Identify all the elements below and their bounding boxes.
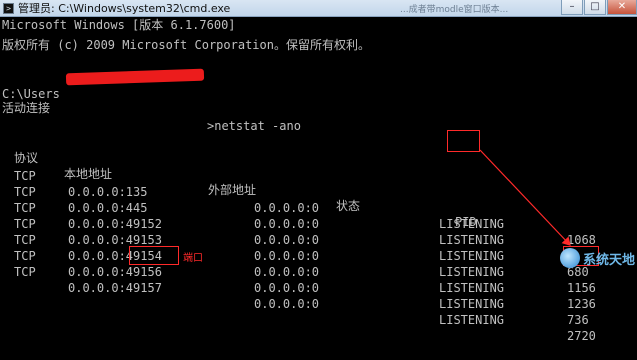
port-highlight [129, 246, 179, 265]
table-row: TCP 0.0.0.0:49154 0.0.0.0:0 LISTENING 12… [2, 216, 632, 311]
row-pid: 1156 [567, 281, 596, 295]
table-row: TCP 0.0.0.0:49152 0.0.0.0:0 LISTENING 68… [2, 184, 632, 279]
row-local: 0.0.0.0:49157 [68, 281, 162, 295]
cmd-icon: > [3, 2, 14, 14]
copyright-line: 版权所有 (c) 2009 Microsoft Corporation。保留所有… [2, 38, 370, 52]
window-controls: – □ ✕ [560, 0, 637, 16]
minimize-button[interactable]: – [561, 0, 583, 15]
pid-header-highlight [447, 130, 480, 152]
table-row: TCP 0.0.0.0:49153 0.0.0.0:0 LISTENING 11… [2, 200, 632, 295]
prompt-line: C:\Users >netstat -ano [2, 68, 632, 133]
console-output[interactable]: Microsoft Windows [版本 6.1.7600] 版权所有 (c)… [0, 17, 637, 343]
row-state: LISTENING [439, 265, 505, 279]
row-pid: 1236 [567, 297, 596, 311]
watermark-text: 系统天地 [582, 252, 635, 268]
row-state: LISTENING [439, 313, 505, 327]
watermark: 系统天地 [559, 248, 635, 268]
maximize-button[interactable]: □ [584, 0, 606, 15]
row-state: LISTENING [439, 281, 505, 295]
title-overlay-text: ...成者带modle窗口版本... [400, 5, 509, 15]
row-pid: 2720 [567, 329, 596, 343]
row-foreign: 0.0.0.0:0 [254, 281, 320, 295]
section-heading: 活动连接 [2, 101, 51, 115]
command-text: >netstat -ano [207, 119, 301, 133]
table-row: TCP 0.0.0.0:49157 0.0.0.0:0 LISTENING 27… [2, 248, 632, 343]
window-title: 管理员: C:\Windows\system32\cmd.exe [18, 2, 231, 15]
row-local: 0.0.0.0:49156 [68, 265, 162, 279]
table-row: TCP 0.0.0.0:135 0.0.0.0:0 LISTENING 1068 [2, 152, 632, 247]
row-foreign: 0.0.0.0:0 [254, 265, 320, 279]
row-protocol: TCP [14, 265, 36, 279]
redaction-mark [65, 68, 205, 86]
version-line: Microsoft Windows [版本 6.1.7600] [2, 18, 236, 32]
table-row: TCP 0.0.0.0:445 0.0.0.0:0 LISTENING 4 [2, 168, 632, 263]
table-row: TCP 0.0.0.0:49156 0.0.0.0:0 LISTENING 73… [2, 232, 632, 327]
watermark-logo-icon [559, 248, 580, 268]
table-header: 协议 本地地址 外部地址 状态 PID [2, 134, 632, 229]
row-foreign: 0.0.0.0:0 [254, 297, 320, 311]
row-state: LISTENING [439, 297, 505, 311]
row-pid: 736 [567, 313, 589, 327]
port-annotation-label: 端口 [183, 253, 203, 264]
title-bar[interactable]: > 管理员: C:\Windows\system32\cmd.exe ...成者… [0, 0, 637, 17]
close-button[interactable]: ✕ [607, 0, 637, 15]
